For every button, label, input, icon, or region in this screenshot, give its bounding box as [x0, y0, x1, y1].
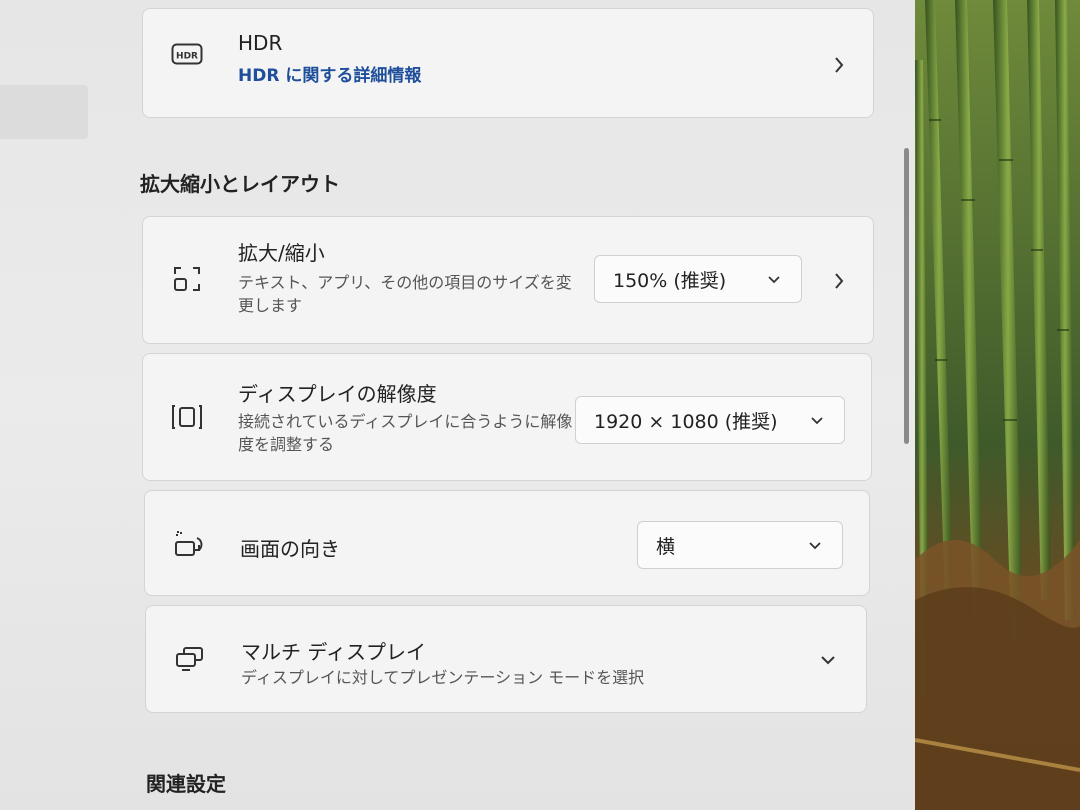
chevron-down-icon[interactable] — [818, 650, 838, 670]
hdr-icon: HDR — [171, 39, 203, 69]
scale-title: 拡大/縮小 — [238, 241, 325, 265]
scale-icon — [171, 264, 203, 294]
nav-item-selected[interactable] — [0, 85, 88, 139]
scale-dropdown[interactable]: 150% (推奨) — [594, 255, 802, 303]
scale-card[interactable]: 拡大/縮小 テキスト、アプリ、その他の項目のサイズを変更します 150% (推奨… — [142, 216, 874, 344]
resolution-title: ディスプレイの解像度 — [238, 382, 437, 406]
section-title-scale-layout: 拡大縮小とレイアウト — [140, 172, 340, 196]
multi-display-subtitle: ディスプレイに対してプレゼンテーション モードを選択 — [241, 668, 645, 687]
hdr-card[interactable]: HDR HDR HDR に関する詳細情報 — [142, 8, 874, 118]
rotate-screen-icon — [173, 529, 205, 559]
resolution-card[interactable]: ディスプレイの解像度 接続されているディスプレイに合うように解像度を調整する 1… — [142, 353, 872, 481]
settings-panel: HDR HDR HDR に関する詳細情報 拡大縮小とレイアウト 拡大/縮小 テキ… — [0, 0, 915, 810]
resolution-subtitle: 接続されているディスプレイに合うように解像度を調整する — [238, 412, 573, 454]
hdr-icon-label: HDR — [176, 52, 198, 62]
orientation-dropdown[interactable]: 横 — [637, 521, 843, 569]
hdr-info-link[interactable]: HDR に関する詳細情報 — [238, 61, 421, 86]
section-title-related: 関連設定 — [146, 772, 226, 796]
multi-display-icon — [174, 644, 206, 674]
scrollbar-thumb[interactable] — [904, 148, 909, 444]
chevron-right-icon[interactable] — [829, 55, 849, 75]
resolution-icon — [171, 402, 203, 432]
scale-dropdown-value: 150% (推奨) — [613, 269, 727, 292]
orientation-dropdown-value: 横 — [656, 535, 676, 558]
desktop-wallpaper — [915, 0, 1080, 810]
resolution-dropdown-value: 1920 × 1080 (推奨) — [594, 410, 778, 433]
chevron-down-icon — [765, 270, 783, 288]
orientation-title: 画面の向き — [240, 537, 340, 561]
chevron-down-icon — [808, 411, 826, 429]
chevron-down-icon — [806, 536, 824, 554]
orientation-card[interactable]: 画面の向き 横 — [144, 490, 870, 596]
chevron-right-icon[interactable] — [829, 271, 849, 291]
multi-display-title: マルチ ディスプレイ — [241, 640, 426, 664]
scale-subtitle: テキスト、アプリ、その他の項目のサイズを変更します — [238, 273, 572, 315]
hdr-title: HDR — [238, 31, 283, 55]
multi-display-card[interactable]: マルチ ディスプレイ ディスプレイに対してプレゼンテーション モードを選択 — [145, 605, 867, 713]
resolution-dropdown[interactable]: 1920 × 1080 (推奨) — [575, 396, 845, 444]
